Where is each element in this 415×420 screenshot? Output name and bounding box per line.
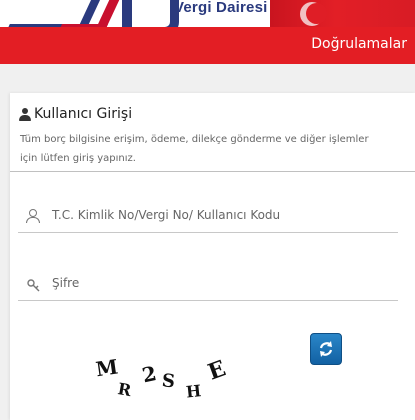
password-field[interactable]: Şifre bbox=[18, 266, 398, 301]
captcha-char-4: S bbox=[161, 370, 176, 392]
person-icon-body bbox=[26, 217, 40, 223]
flag-graphic bbox=[270, 0, 415, 27]
nav-bar: Doğrulamalar bbox=[0, 27, 415, 64]
username-field[interactable]: T.C. Kimlik No/Vergi No/ Kullanıcı Kodu bbox=[18, 198, 398, 233]
captcha-char-6: E bbox=[204, 355, 229, 385]
key-icon bbox=[26, 277, 42, 293]
captcha-refresh-button[interactable] bbox=[310, 333, 342, 365]
person-icon bbox=[26, 209, 42, 225]
username-placeholder: T.C. Kimlik No/Vergi No/ Kullanıcı Kodu bbox=[52, 208, 281, 222]
captcha-char-3: 2 bbox=[140, 361, 159, 387]
user-icon-head bbox=[22, 108, 28, 114]
captcha-text-svg: M R 2 S H E bbox=[94, 354, 229, 401]
password-placeholder: Şifre bbox=[52, 276, 80, 290]
captcha-char-5: H bbox=[185, 381, 202, 401]
logo-letter-mark bbox=[122, 0, 179, 27]
nav-link-verifications[interactable]: Doğrulamalar bbox=[311, 36, 407, 52]
captcha-image: M R 2 S H E bbox=[90, 353, 250, 403]
user-icon bbox=[18, 108, 32, 122]
captcha-char-2: R bbox=[116, 379, 133, 400]
flag-crescent-cut bbox=[306, 3, 327, 24]
login-title: Kullanıcı Girişi bbox=[34, 106, 133, 122]
refresh-icon bbox=[319, 341, 333, 357]
login-card-header: Kullanıcı Girişi Tüm borç bilgisine eriş… bbox=[10, 93, 415, 172]
login-card: Kullanıcı Girişi Tüm borç bilgisine eriş… bbox=[10, 93, 415, 420]
login-description: Tüm borç bilgisine erişim, ödeme, dilekç… bbox=[20, 134, 369, 164]
key-icon-svg bbox=[27, 279, 40, 292]
brand-text: Vergi Dairesi bbox=[174, 0, 268, 16]
person-icon-head bbox=[29, 209, 37, 217]
user-icon-body bbox=[19, 115, 31, 121]
top-banner: Vergi Dairesi bbox=[0, 0, 415, 27]
captcha-char-1: M bbox=[94, 354, 119, 381]
